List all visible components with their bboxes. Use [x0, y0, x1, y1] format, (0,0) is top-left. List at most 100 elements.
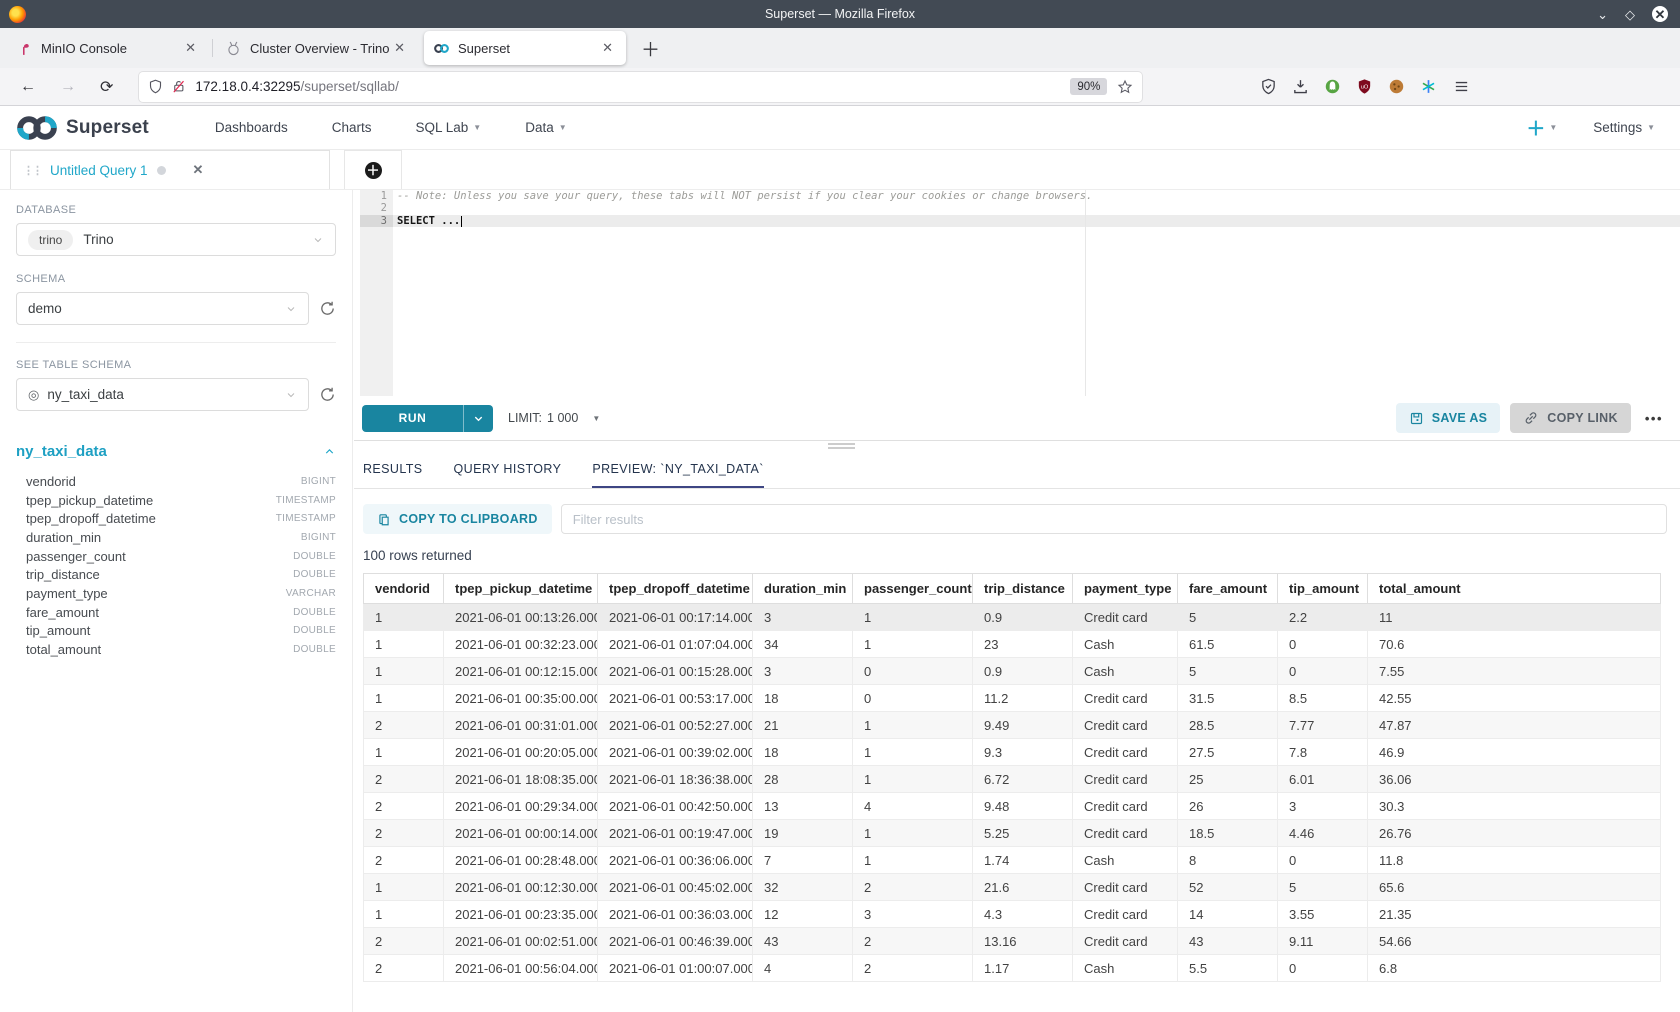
table-cell: 3 — [853, 901, 973, 928]
new-item-plus-button[interactable]: ＋▼ — [1526, 114, 1557, 141]
reload-icon[interactable]: ⟳ — [88, 77, 125, 97]
tab-close-icon[interactable]: ✕ — [598, 38, 617, 58]
run-dropdown-button[interactable] — [463, 405, 493, 432]
editor-gutter: 1 2 3 — [360, 190, 393, 396]
browser-tab-title: MinIO Console — [41, 41, 181, 56]
tab-query-history[interactable]: QUERY HISTORY — [454, 451, 562, 488]
table-column-header[interactable]: passenger_count — [853, 574, 973, 604]
chevron-down-icon: ▼ — [559, 123, 567, 132]
table-cell: 23 — [973, 631, 1073, 658]
pane-splitter[interactable] — [354, 441, 1680, 451]
table-cell: 1 — [853, 820, 973, 847]
copy-to-clipboard-label: COPY TO CLIPBOARD — [399, 512, 538, 526]
sql-editor[interactable]: 1 2 3 -- Note: Unless you save your quer… — [354, 190, 1680, 396]
zoom-level-badge[interactable]: 90% — [1070, 78, 1107, 95]
table-column-header[interactable]: tpep_dropoff_datetime — [598, 574, 753, 604]
limit-dropdown[interactable]: LIMIT: 1 000 ▼ — [508, 411, 600, 425]
refresh-schema-icon[interactable] — [319, 300, 336, 317]
refresh-table-icon[interactable] — [319, 386, 336, 403]
column-name: trip_distance — [26, 567, 100, 582]
browser-tab-superset[interactable]: Superset ✕ — [424, 31, 626, 65]
back-icon[interactable]: ← — [8, 78, 48, 96]
table-cell: 42.55 — [1368, 685, 1661, 712]
tab-preview-ny-taxi-data[interactable]: PREVIEW: `NY_TAXI_DATA` — [592, 451, 764, 488]
table-header-row: vendoridtpep_pickup_datetimetpep_dropoff… — [364, 574, 1661, 604]
copy-to-clipboard-button[interactable]: COPY TO CLIPBOARD — [363, 504, 552, 534]
schema-select[interactable]: demo — [16, 292, 309, 325]
database-select[interactable]: trino Trino — [16, 223, 336, 256]
filter-results-input[interactable] — [561, 504, 1667, 534]
cookie-extension-icon[interactable] — [1388, 78, 1405, 95]
add-query-tab-button[interactable]: ＋ — [344, 150, 402, 189]
bookmark-star-icon[interactable] — [1117, 79, 1133, 95]
table-cell: 5 — [1278, 874, 1368, 901]
screen: Superset — Mozilla Firefox ⌄ ◇ ✕ MinIO C… — [0, 0, 1680, 1012]
table-column-header[interactable]: tpep_pickup_datetime — [444, 574, 598, 604]
asterisk-extension-icon[interactable] — [1420, 78, 1437, 95]
url-host: 172.18.0.4:32295 — [195, 79, 300, 94]
nav-item-data[interactable]: Data▼ — [525, 120, 566, 135]
table-cell: 4 — [753, 955, 853, 982]
nav-item-dashboards[interactable]: Dashboards — [215, 120, 288, 135]
table-select[interactable]: ◎ ny_taxi_data — [16, 378, 309, 411]
table-cell: Credit card — [1073, 766, 1178, 793]
query-state-dot — [157, 166, 166, 175]
url-bar[interactable]: 172.18.0.4:32295/superset/sqllab/ 90% — [139, 72, 1142, 102]
table-column-header[interactable]: payment_type — [1073, 574, 1178, 604]
text-cursor — [461, 216, 462, 227]
query-tab-close-icon[interactable]: ✕ — [193, 162, 204, 178]
query-tab-untitled-1[interactable]: ⋮⋮ Untitled Query 1 ✕ — [10, 150, 330, 189]
run-button[interactable]: RUN — [362, 405, 493, 432]
table-cell: 2021-06-01 00:00:14.000 — [444, 820, 598, 847]
query-tabstrip: ⋮⋮ Untitled Query 1 ✕ ＋ — [0, 150, 1680, 190]
save-as-button[interactable]: SAVE AS — [1396, 403, 1501, 433]
table-cell: 2 — [364, 793, 444, 820]
column-type: BIGINT — [301, 476, 336, 487]
ghostery-extension-icon[interactable] — [1324, 78, 1341, 95]
tab-results[interactable]: RESULTS — [363, 451, 423, 488]
copy-link-label: COPY LINK — [1547, 411, 1618, 425]
tracking-shield-icon[interactable] — [148, 79, 163, 94]
table-column-header[interactable]: vendorid — [364, 574, 444, 604]
schema-column-row: tpep_pickup_datetimeTIMESTAMP — [26, 491, 336, 510]
chevron-up-icon[interactable] — [323, 445, 336, 458]
insecure-lock-icon[interactable] — [171, 79, 186, 94]
table-cell: 9.11 — [1278, 928, 1368, 955]
browser-nav-toolbar: ← → ⟳ 172.18.0.4:32295/superset/sqllab/ … — [0, 68, 1680, 106]
settings-menu[interactable]: Settings▼ — [1593, 120, 1655, 135]
column-name: payment_type — [26, 586, 108, 601]
column-type: TIMESTAMP — [276, 495, 336, 506]
table-column-header[interactable]: tip_amount — [1278, 574, 1368, 604]
table-cell: 34 — [753, 631, 853, 658]
browser-tab-trino[interactable]: Cluster Overview - Trino ✕ — [216, 31, 418, 65]
tab-close-icon[interactable]: ✕ — [181, 38, 200, 58]
nav-item-charts[interactable]: Charts — [332, 120, 372, 135]
minio-favicon-icon — [16, 40, 33, 57]
new-tab-button[interactable]: ＋ — [629, 35, 672, 62]
table-column-header[interactable]: total_amount — [1368, 574, 1661, 604]
table-panel-title[interactable]: ny_taxi_data — [16, 443, 107, 460]
schema-column-row: total_amountDOUBLE — [26, 640, 336, 659]
superset-brand[interactable]: Superset — [15, 114, 149, 142]
table-cell: 2021-06-01 00:36:03.000 — [598, 901, 753, 928]
ublock-origin-icon[interactable]: uO — [1356, 78, 1373, 95]
copy-link-button[interactable]: COPY LINK — [1510, 403, 1631, 433]
menu-hamburger-icon[interactable] — [1453, 78, 1470, 95]
pocket-shield-icon[interactable] — [1260, 78, 1277, 95]
window-minimize-icon[interactable]: ⌄ — [1597, 8, 1608, 21]
table-column-header[interactable]: fare_amount — [1178, 574, 1278, 604]
table-column-header[interactable]: trip_distance — [973, 574, 1073, 604]
window-close-icon[interactable]: ✕ — [1652, 6, 1668, 22]
more-options-button[interactable]: ••• — [1641, 411, 1667, 426]
table-cell: 5 — [1178, 658, 1278, 685]
window-maximize-icon[interactable]: ◇ — [1625, 8, 1635, 21]
drag-handle-icon[interactable]: ⋮⋮ — [23, 164, 41, 177]
table-cell: 30.3 — [1368, 793, 1661, 820]
nav-item-sql-lab[interactable]: SQL Lab▼ — [415, 120, 481, 135]
forward-icon[interactable]: → — [48, 78, 88, 96]
table-column-header[interactable]: duration_min — [753, 574, 853, 604]
tab-close-icon[interactable]: ✕ — [390, 38, 409, 58]
browser-tab-minio[interactable]: MinIO Console ✕ — [7, 31, 209, 65]
download-icon[interactable] — [1292, 78, 1309, 95]
splitter-grip-icon[interactable] — [828, 443, 855, 451]
